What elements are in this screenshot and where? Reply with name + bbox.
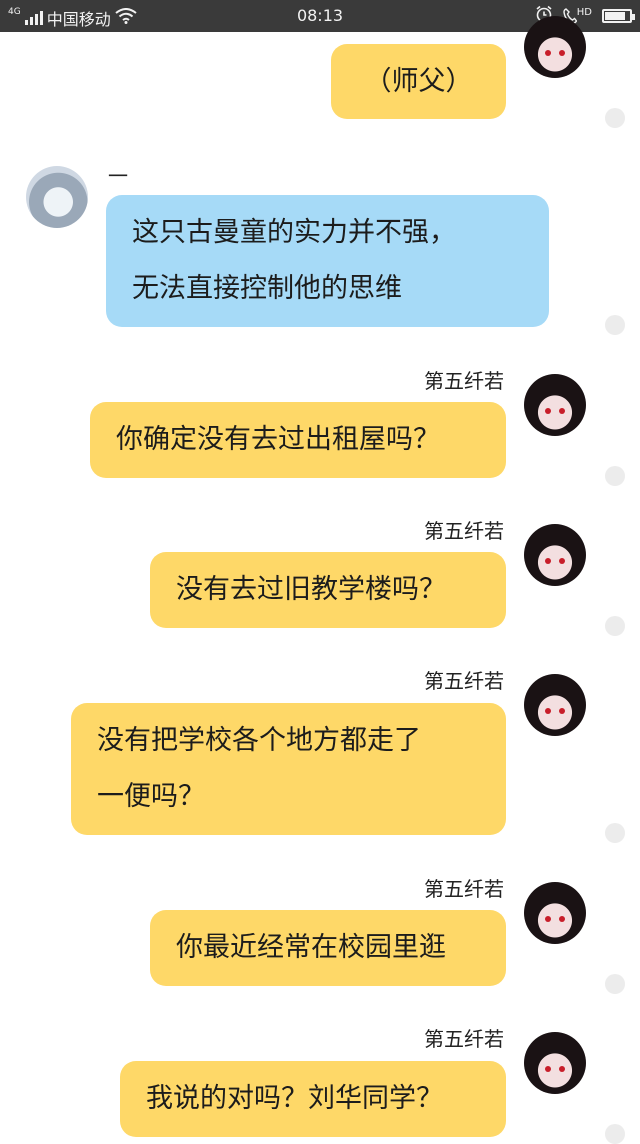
message-bubble[interactable]: 你确定没有去过出租屋吗？ [90, 402, 506, 478]
sender-avatar[interactable] [524, 674, 586, 736]
message-text-line: 无法直接控制他的思维 [132, 273, 402, 304]
message-text-line: 这只古曼童的实力并不强， [132, 217, 456, 248]
message-text: 我说的对吗？刘华同学？ [146, 1083, 443, 1114]
sender-avatar[interactable] [26, 166, 88, 228]
read-status-dot [605, 616, 625, 636]
read-status-dot [605, 1124, 625, 1144]
message-text-line: 没有把学校各个地方都走了 [97, 725, 421, 756]
message-bubble[interactable]: 你最近经常在校园里逛 [150, 910, 506, 986]
sender-avatar[interactable] [524, 1032, 586, 1094]
message-bubble[interactable]: 没有把学校各个地方都走了 一便吗？ [71, 703, 506, 835]
battery-icon [602, 9, 635, 23]
read-status-dot [605, 466, 625, 486]
message-text: 你确定没有去过出租屋吗？ [116, 424, 440, 455]
sender-avatar[interactable] [524, 16, 586, 78]
read-status-dot [605, 108, 625, 128]
message-bubble[interactable]: 没有去过旧教学楼吗？ [150, 552, 506, 628]
read-status-dot [605, 315, 625, 335]
sender-name: 第五纤若 [424, 1027, 504, 1051]
message-bubble[interactable]: （师父） [331, 44, 506, 119]
hd-label: HD [576, 6, 592, 18]
sender-name: 第五纤若 [424, 669, 504, 693]
sender-avatar[interactable] [524, 524, 586, 586]
read-status-dot [605, 823, 625, 843]
read-status-dot [605, 974, 625, 994]
message-bubble[interactable]: 这只古曼童的实力并不强， 无法直接控制他的思维 [106, 195, 549, 327]
sender-name: 第五纤若 [424, 369, 504, 393]
message-text-line: 一便吗？ [97, 781, 205, 812]
message-text: （师父） [364, 66, 473, 97]
message-text: 你最近经常在校园里逛 [176, 932, 446, 963]
sender-avatar[interactable] [524, 882, 586, 944]
sender-name: 第五纤若 [424, 877, 504, 901]
battery-fill [605, 12, 625, 20]
sender-name: 第五纤若 [424, 519, 504, 543]
message-bubble[interactable]: 我说的对吗？刘华同学？ [120, 1061, 506, 1137]
sender-avatar[interactable] [524, 374, 586, 436]
message-text: 没有去过旧教学楼吗？ [176, 574, 446, 605]
sender-name: 一 [108, 164, 128, 188]
